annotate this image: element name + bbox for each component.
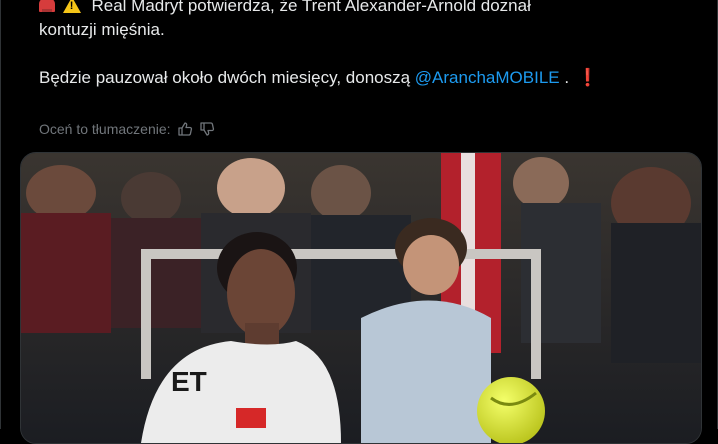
tweet-line-3: Będzie pauzował około dwóch miesięcy, do…: [39, 66, 689, 90]
jersey-text: ET: [171, 366, 207, 397]
tweet-line-2: kontuzji mięśnia.: [39, 20, 165, 39]
tweet-line-1-text: Real Madryt potwierdza, że Trent Alexand…: [91, 0, 531, 15]
police-car-light-icon: [39, 0, 55, 12]
tweet-line-1: ! Real Madryt potwierdza, że Trent Alexa…: [39, 0, 689, 18]
warning-icon: !: [62, 0, 81, 13]
thumbs-up-icon[interactable]: [177, 121, 193, 137]
photo-player: ET: [21, 153, 701, 443]
rate-translation: Oceń to tłumaczenie:: [39, 121, 215, 137]
tweet-media-photo[interactable]: ET: [20, 152, 702, 444]
tweet-text: ! Real Madryt potwierdza, że Trent Alexa…: [39, 0, 689, 90]
rate-translation-label: Oceń to tłumaczenie:: [39, 121, 171, 137]
exclamation-icon: ❗: [577, 68, 599, 87]
thumbs-down-icon[interactable]: [199, 121, 215, 137]
timeline-border-left: [0, 0, 1, 429]
mention-link[interactable]: @AranchaMOBILE: [415, 68, 560, 87]
tweet-line-3-text: Będzie pauzował około dwóch miesięcy, do…: [39, 68, 415, 87]
tweet-line-3-suffix: .: [559, 68, 570, 87]
